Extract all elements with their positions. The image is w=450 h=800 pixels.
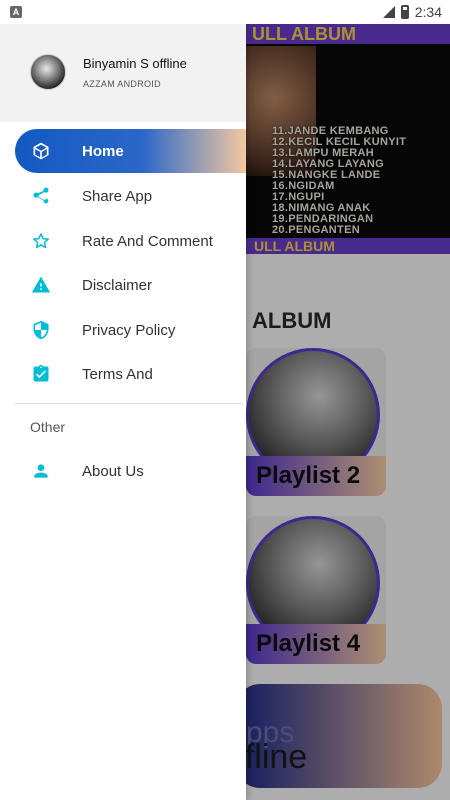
section-heading-other: Other xyxy=(30,419,66,435)
menu-item-label: Disclaimer xyxy=(82,276,153,294)
menu-item-label: Privacy Policy xyxy=(82,321,176,339)
person-icon xyxy=(30,460,52,482)
avatar xyxy=(30,54,66,90)
menu-item-disclaimer[interactable]: Disclaimer xyxy=(15,263,246,307)
battery-icon xyxy=(400,5,409,19)
menu-item-terms-and[interactable]: Terms And xyxy=(15,352,246,396)
share-icon xyxy=(30,185,52,207)
menu-item-privacy-policy[interactable]: Privacy Policy xyxy=(15,308,246,352)
signal-icon xyxy=(382,6,395,18)
status-icons: 2:34 xyxy=(382,0,442,24)
notification-icon: A xyxy=(10,6,22,18)
drawer-divider xyxy=(15,403,243,404)
status-bar: A 2:34 xyxy=(0,0,450,24)
profile-name: Binyamin S offline xyxy=(83,56,187,71)
shield-icon xyxy=(30,319,52,341)
navigation-drawer: Binyamin S offline AZZAM ANDROID Home Sh… xyxy=(0,24,246,800)
menu-item-rate-and-comment[interactable]: Rate And Comment xyxy=(15,219,246,263)
menu-item-label: Share App xyxy=(82,187,153,205)
warning-icon xyxy=(30,274,52,296)
cube-icon xyxy=(30,140,52,162)
menu-item-home[interactable]: Home xyxy=(15,129,246,173)
menu-item-label: Home xyxy=(82,142,124,160)
menu-item-label: Terms And xyxy=(82,365,153,383)
menu-item-label: About Us xyxy=(82,462,144,480)
clipboard-check-icon xyxy=(30,363,52,385)
star-icon xyxy=(30,230,52,252)
drawer-header: Binyamin S offline AZZAM ANDROID xyxy=(0,24,246,122)
menu-item-label: Rate And Comment xyxy=(82,232,213,250)
profile-subtitle: AZZAM ANDROID xyxy=(83,79,161,89)
menu-item-share-app[interactable]: Share App xyxy=(15,174,246,218)
clock: 2:34 xyxy=(414,4,442,20)
menu-item-about-us[interactable]: About Us xyxy=(15,449,246,493)
